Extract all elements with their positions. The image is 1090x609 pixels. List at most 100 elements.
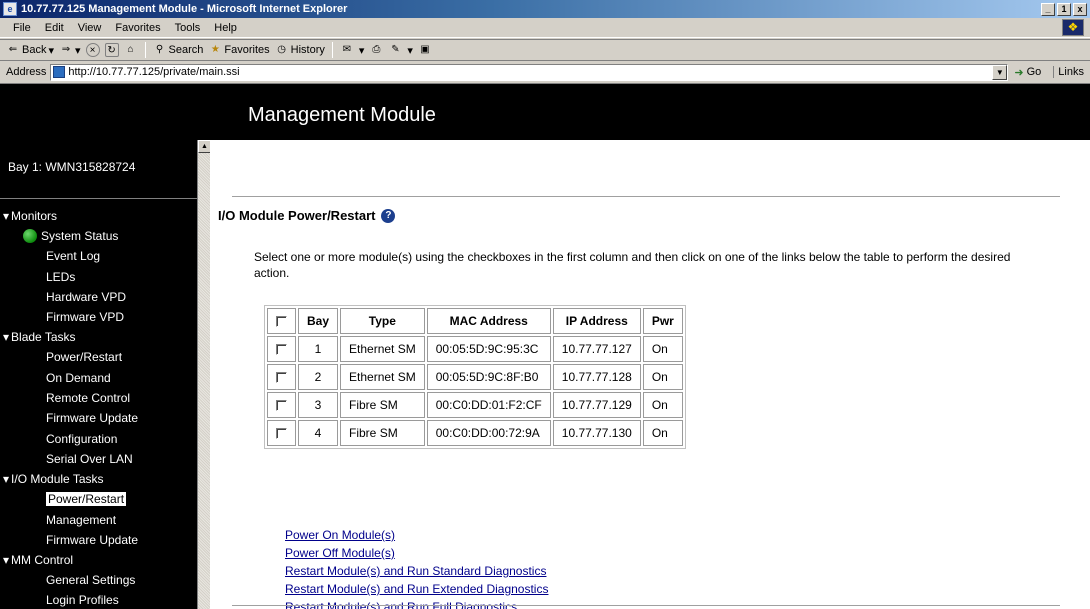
sidebar-item-hardware-vpd[interactable]: Hardware VPD [0, 287, 197, 307]
maximize-button[interactable]: 1 [1057, 2, 1071, 16]
print-icon[interactable]: ⎙ [369, 43, 383, 57]
discuss-icon[interactable]: ▣ [418, 43, 432, 57]
collapse-icon[interactable]: ▾ [3, 327, 9, 347]
nav-group-header[interactable]: ▾ MM Control [3, 550, 197, 570]
nav-group-io-module-tasks: ▾ I/O Module Tasks [0, 469, 197, 489]
ie-window-icon[interactable]: e [3, 2, 17, 16]
menu-help[interactable]: Help [207, 22, 244, 34]
row-checkbox[interactable] [276, 344, 287, 356]
back-dropdown-icon[interactable]: ▾ [48, 44, 54, 57]
cell-bay: 4 [298, 420, 339, 446]
row-checkbox[interactable] [276, 428, 287, 440]
restart-extended-diagnostics-link[interactable]: Restart Module(s) and Run Extended Diagn… [285, 580, 548, 598]
menu-file[interactable]: File [6, 22, 38, 34]
address-url[interactable]: http://10.77.77.125/private/main.ssi [68, 66, 239, 78]
go-button[interactable]: ➜ Go [1014, 66, 1041, 79]
menu-view[interactable]: View [71, 22, 109, 34]
mail-icon[interactable]: ✉ [340, 43, 354, 57]
collapse-icon[interactable]: ▾ [3, 469, 9, 489]
sidebar-item-event-log[interactable]: Event Log [0, 246, 197, 266]
row-checkbox[interactable] [276, 372, 287, 384]
collapse-icon[interactable]: ▾ [3, 206, 9, 226]
sidebar-item-blade-firmware-update[interactable]: Firmware Update [0, 408, 197, 428]
cell-mac-address: 00:05:5D:9C:95:3C [426, 336, 551, 362]
minimize-button[interactable]: _ [1041, 2, 1055, 16]
cell-bay: 3 [298, 392, 339, 418]
select-all-checkbox[interactable] [276, 316, 287, 328]
menu-bar: File Edit View Favorites Tools Help ❖ [0, 18, 1090, 38]
header-banner: Management Module [0, 84, 1090, 140]
scroll-track[interactable] [198, 153, 210, 609]
menu-tools[interactable]: Tools [168, 22, 208, 34]
restart-standard-diagnostics-link[interactable]: Restart Module(s) and Run Standard Diagn… [285, 562, 548, 580]
row-checkbox[interactable] [276, 400, 287, 412]
forward-button[interactable]: ⇒ ▾ [59, 43, 81, 57]
sidebar-item-serial-over-lan[interactable]: Serial Over LAN [0, 449, 197, 469]
status-ok-icon [23, 229, 37, 244]
restart-full-diagnostics-link[interactable]: Restart Module(s) and Run Full Diagnosti… [285, 598, 548, 609]
column-header-pwr: Pwr [642, 308, 683, 334]
cell-pwr: On [642, 420, 683, 446]
sidebar-item-leds[interactable]: LEDs [0, 267, 197, 287]
browser-toolbar: ⇐ Back ▾ ⇒ ▾ × ↻ ⌂ ⚲ Search ★ Favorites … [0, 39, 1090, 61]
refresh-icon[interactable]: ↻ [104, 43, 119, 57]
cell-bay: 1 [298, 336, 339, 362]
select-all-cell [267, 308, 296, 334]
nav-group-header[interactable]: ▾ Blade Tasks [3, 327, 197, 347]
sidebar-item-firmware-vpd[interactable]: Firmware VPD [0, 307, 197, 327]
edit-dropdown-icon[interactable]: ▾ [407, 44, 413, 57]
sidebar-item-management[interactable]: Management [0, 510, 197, 530]
cell-mac-address: 00:C0:DD:00:72:9A [426, 420, 551, 446]
links-button[interactable]: Links [1053, 66, 1084, 78]
history-button[interactable]: ◷ History [275, 43, 325, 57]
sidebar-item-label: System Status [41, 229, 119, 243]
forward-dropdown-icon[interactable]: ▾ [75, 44, 81, 57]
history-label: History [290, 44, 325, 56]
nav-group-label: MM Control [11, 553, 74, 568]
mail-dropdown-icon[interactable]: ▾ [359, 44, 365, 57]
home-icon[interactable]: ⌂ [124, 43, 138, 57]
nav-group-label: Blade Tasks [11, 330, 76, 345]
favorites-button[interactable]: ★ Favorites [208, 43, 270, 57]
edit-icon[interactable]: ✎ [388, 43, 402, 57]
table-row: 2 Ethernet SM 00:05:5D:9C:8F:B0 10.77.77… [267, 364, 683, 390]
sidebar-item-io-firmware-update[interactable]: Firmware Update [0, 530, 197, 550]
row-select-cell [267, 364, 296, 390]
menu-edit[interactable]: Edit [38, 22, 71, 34]
help-icon[interactable]: ? [381, 208, 396, 223]
window-controls: _ 1 x [1041, 2, 1087, 16]
nav-group-header[interactable]: ▾ I/O Module Tasks [3, 469, 197, 489]
menu-favorites[interactable]: Favorites [108, 22, 167, 34]
sidebar-item-system-status[interactable]: System Status [0, 226, 197, 246]
sidebar-item-configuration[interactable]: Configuration [0, 429, 197, 449]
collapse-icon[interactable]: ▾ [3, 550, 9, 570]
close-button[interactable]: x [1073, 2, 1087, 16]
sidebar-item-general-settings[interactable]: General Settings [0, 570, 197, 590]
sidebar-item-blade-power-restart[interactable]: Power/Restart [0, 347, 197, 367]
page-heading: I/O Module Power/Restart ? [218, 208, 396, 223]
search-button[interactable]: ⚲ Search [153, 43, 204, 57]
cell-pwr: On [642, 336, 683, 362]
table-row: 4 Fibre SM 00:C0:DD:00:72:9A 10.77.77.13… [267, 420, 683, 446]
sidebar-item-remote-control[interactable]: Remote Control [0, 388, 197, 408]
address-input[interactable]: http://10.77.77.125/private/main.ssi ▼ [50, 63, 1009, 81]
row-select-cell [267, 336, 296, 362]
sidebar-item-on-demand[interactable]: On Demand [0, 368, 197, 388]
cell-type: Fibre SM [340, 392, 425, 418]
column-header-mac-address: MAC Address [426, 308, 551, 334]
column-header-type: Type [340, 308, 425, 334]
address-dropdown-icon[interactable]: ▼ [992, 64, 1008, 80]
back-arrow-icon: ⇐ [8, 44, 18, 55]
back-button[interactable]: ⇐ Back ▾ [6, 43, 54, 57]
column-header-bay: Bay [298, 308, 339, 334]
sidebar-item-io-power-restart[interactable]: Power/Restart [0, 489, 197, 509]
favorites-label: Favorites [224, 44, 270, 56]
sidebar-item-login-profiles[interactable]: Login Profiles [0, 590, 197, 609]
power-off-link[interactable]: Power Off Module(s) [285, 544, 548, 562]
stop-icon[interactable]: × [85, 43, 100, 57]
nav-group-header[interactable]: ▾ Monitors [3, 206, 197, 226]
nav-group-mm-control: ▾ MM Control [0, 550, 197, 570]
cell-mac-address: 00:05:5D:9C:8F:B0 [426, 364, 551, 390]
power-on-link[interactable]: Power On Module(s) [285, 526, 548, 544]
sidebar-scrollbar[interactable]: ▲ [197, 140, 211, 609]
